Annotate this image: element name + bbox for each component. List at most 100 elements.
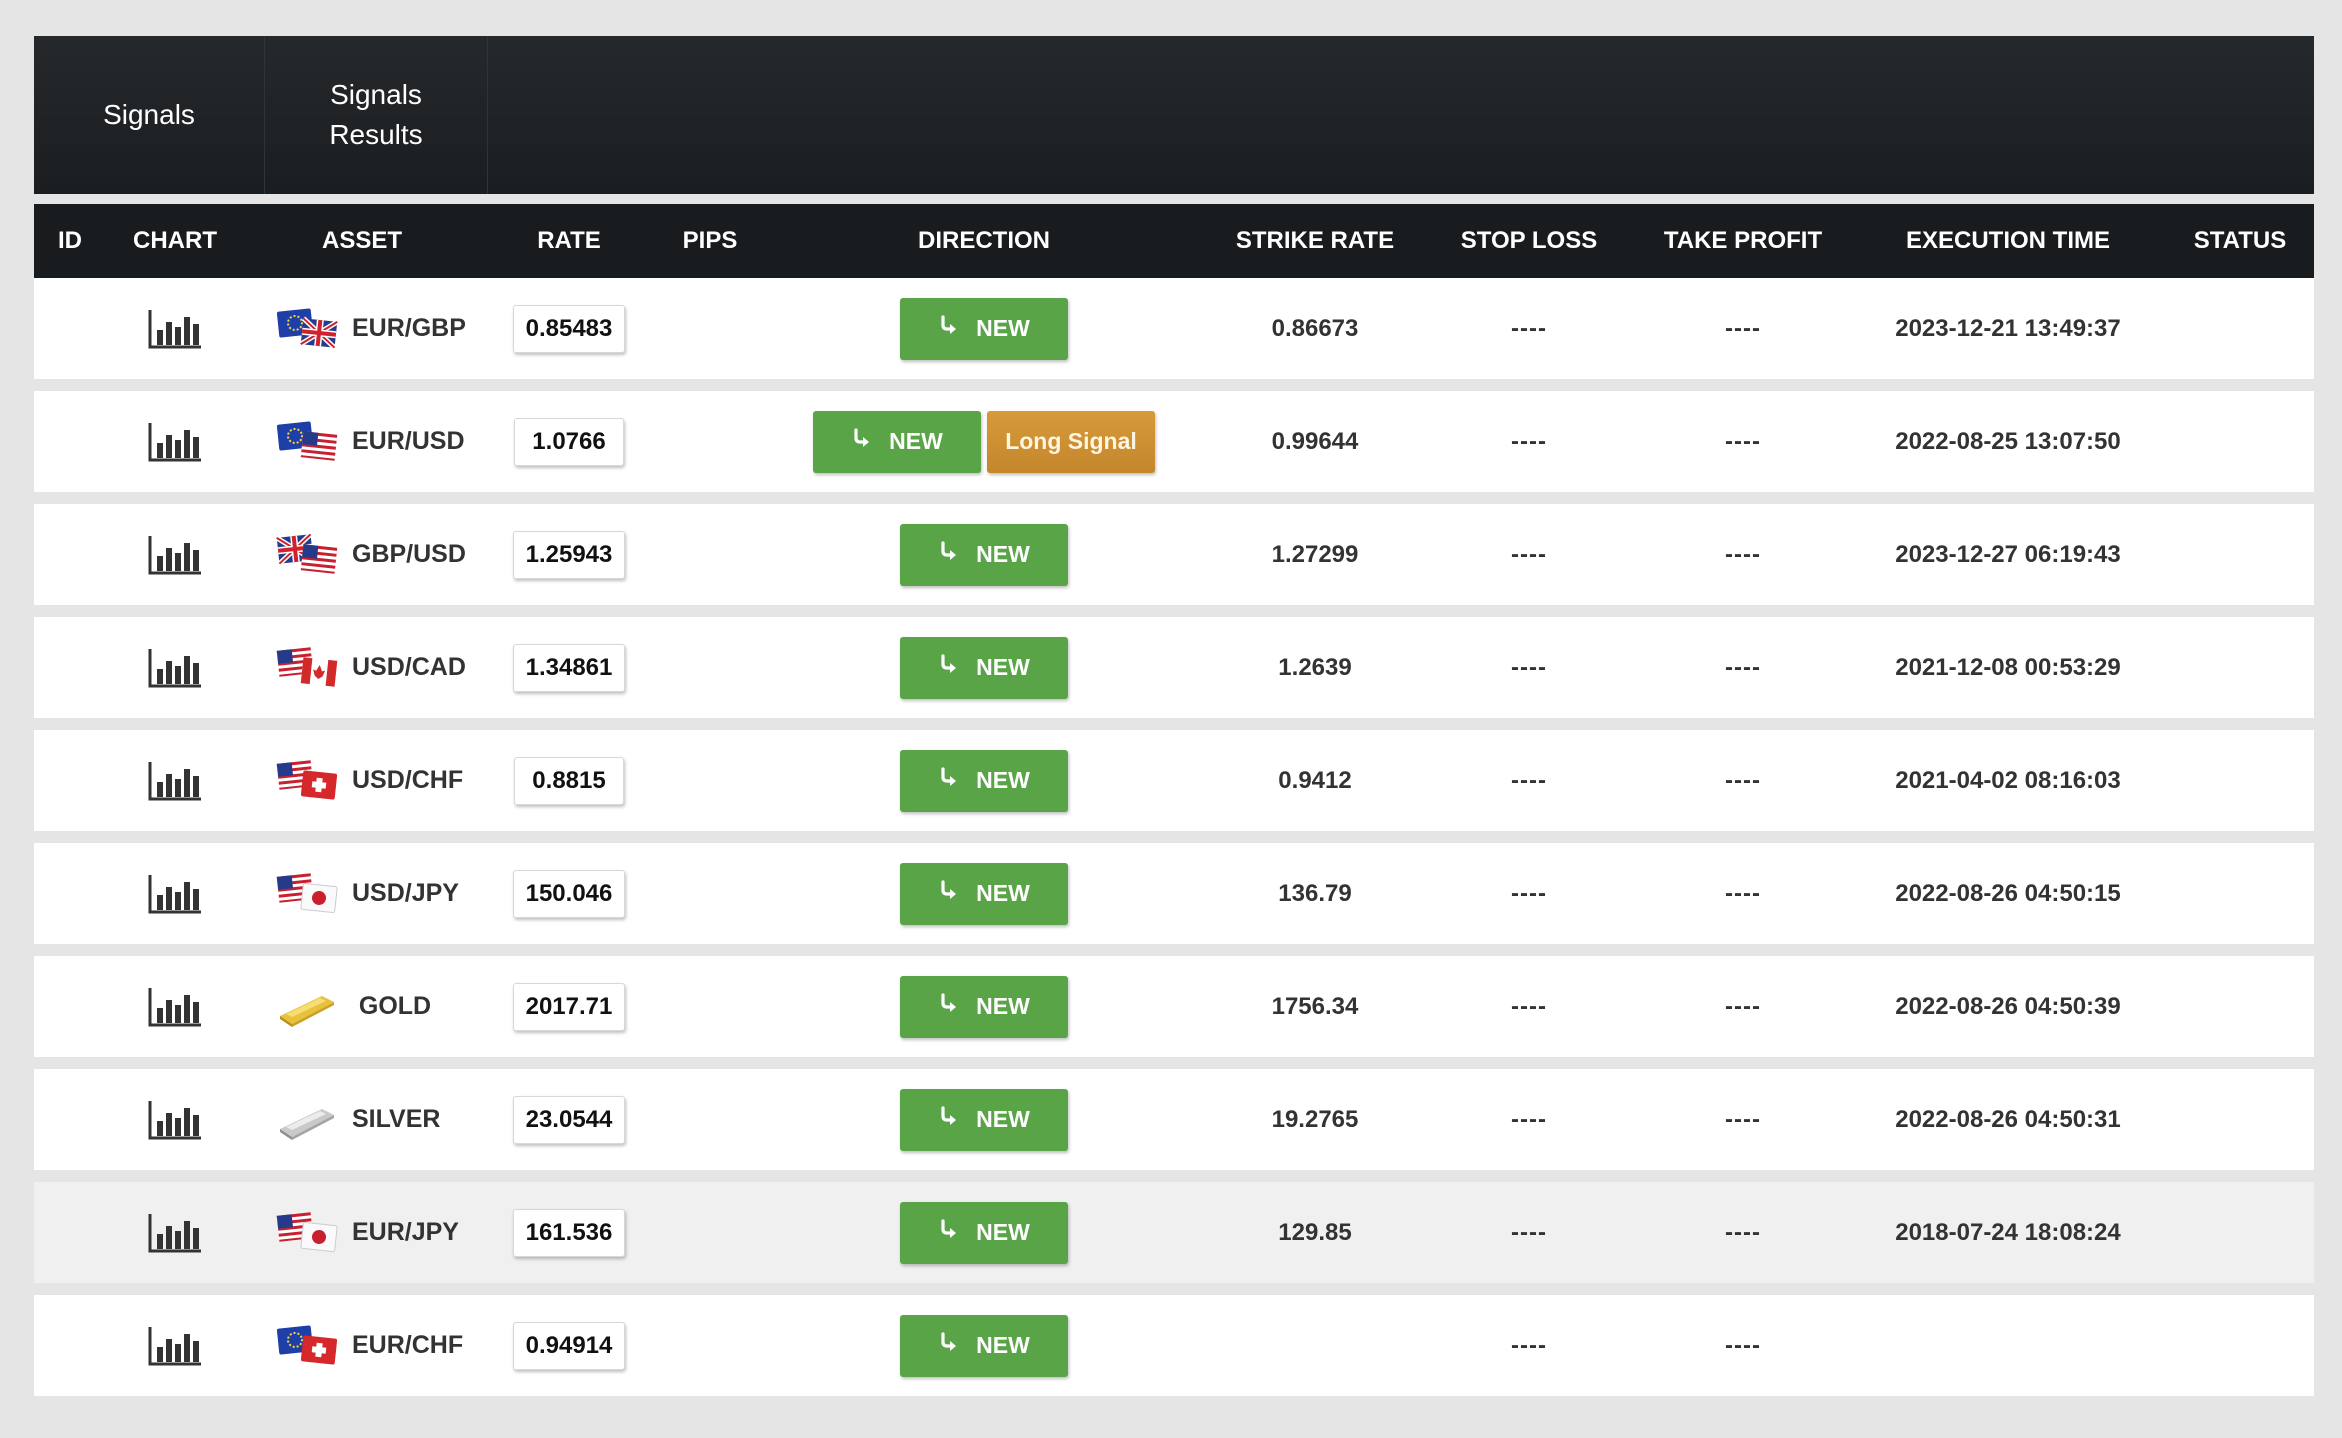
col-header-direction: DIRECTION [918,227,1050,254]
execution-time-value: 2022-08-26 04:50:15 [1895,879,2121,907]
col-header-id: ID [58,227,82,254]
rate-cell: 1.0766 [478,391,660,492]
asset-name: SILVER [352,1105,441,1133]
chart-icon[interactable] [104,843,246,944]
col-header-stop-loss: STOP LOSS [1460,227,1598,254]
chart-icon[interactable] [104,956,246,1057]
new-direction-button[interactable]: NEW [900,975,1068,1038]
col-header-chart: CHART [133,227,217,254]
status-cell [2166,843,2314,944]
take-profit-value: ---- [1725,992,1761,1020]
new-direction-button[interactable]: NEW [900,297,1068,360]
table-row: USD/CHF 0.8815 NEW 0.9412 ---- ---- 2021-04-02… [34,730,2314,831]
stop-loss-value: ---- [1511,314,1547,342]
strike-rate-value: 1.27299 [1271,540,1359,568]
direction-cell: NEW [760,1069,1208,1170]
chart-icon[interactable] [104,617,246,718]
col-header-rate: RATE [537,227,601,254]
rate-value: 0.94914 [512,1321,626,1370]
status-cell [2166,617,2314,718]
stop-loss-value: ---- [1511,540,1547,568]
asset-name: USD/JPY [352,879,459,907]
pips-cell [660,1295,760,1396]
tab-signals-results[interactable]: Signals Results [265,36,488,194]
direction-cell: NEW [760,617,1208,718]
table-row: EUR/GBP 0.85483 NEW 0.86673 ---- ---- 2023-12-… [34,278,2314,379]
chart-icon[interactable] [104,391,246,492]
usd-cad-flag-icon [276,646,338,689]
strike-rate-value: 19.2765 [1271,1105,1359,1133]
new-label: NEW [889,428,943,454]
table-row: GOLD 2017.71 NEW 1756.34 ---- ---- 2022-08-26 … [34,956,2314,1057]
table-row: SILVER 23.0544 NEW 19.2765 ---- ---- 2022-08-2… [34,1069,2314,1170]
asset-cell: EUR/JPY [246,1182,478,1283]
status-cell [2166,956,2314,1057]
strike-rate-value: 1.2639 [1278,653,1352,681]
usd-jpy-flag-icon [276,872,338,915]
new-direction-button[interactable]: NEW [900,1088,1068,1151]
pips-cell [660,278,760,379]
asset-cell: USD/CHF [246,730,478,831]
table-row: EUR/JPY 161.536 NEW 129.85 ---- ---- 2018-07-2… [34,1182,2314,1283]
rate-cell: 1.25943 [478,504,660,605]
chart-icon[interactable] [104,1295,246,1396]
chart-icon[interactable] [104,730,246,831]
new-direction-button[interactable]: NEW [900,523,1068,586]
strike-rate-value: 0.99644 [1271,427,1359,455]
direction-cell: NEW [760,504,1208,605]
table-row: EUR/USD 1.0766 NEW Long Signal 0.99644 ---- --… [34,391,2314,492]
direction-cell: NEW [760,730,1208,831]
new-label: NEW [976,654,1030,680]
eur-chf-flag-icon [276,1324,338,1367]
pips-cell [660,617,760,718]
row-id [34,617,104,718]
row-id [34,730,104,831]
new-direction-button[interactable]: NEW [900,1201,1068,1264]
strike-rate-value: 1756.34 [1271,992,1359,1020]
chart-icon[interactable] [104,1069,246,1170]
pips-cell [660,504,760,605]
chart-icon[interactable] [104,1182,246,1283]
asset-name: EUR/JPY [352,1218,459,1246]
new-direction-button[interactable]: NEW [900,1314,1068,1377]
tab-signals[interactable]: Signals [34,36,265,194]
chart-icon[interactable] [104,278,246,379]
col-header-pips: PIPS [682,227,738,254]
rate-cell: 1.34861 [478,617,660,718]
pips-cell [660,1069,760,1170]
new-direction-button[interactable]: NEW [900,749,1068,812]
row-id [34,843,104,944]
execution-time-value: 2023-12-21 13:49:37 [1895,314,2121,342]
pips-cell [660,956,760,1057]
new-label: NEW [976,315,1030,341]
table-row: USD/JPY 150.046 NEW 136.79 ---- ---- 2022-08-2… [34,843,2314,944]
take-profit-value: ---- [1725,1331,1761,1359]
col-header-strike-rate: STRIKE RATE [1235,227,1395,254]
strike-rate-value: 0.86673 [1271,314,1359,342]
status-cell [2166,1295,2314,1396]
direction-cell: NEW [760,843,1208,944]
new-direction-button[interactable]: NEW [813,410,981,473]
table-row: USD/CAD 1.34861 NEW 1.2639 ---- ---- 2021-12-0… [34,617,2314,718]
execution-time-value: 2022-08-26 04:50:31 [1895,1105,2121,1133]
strike-rate-value: 136.79 [1278,879,1352,907]
table-row: GBP/USD 1.25943 NEW 1.27299 ---- ---- 2023-12-… [34,504,2314,605]
long-signal-button[interactable]: Long Signal [987,410,1155,473]
gbp-usd-flag-icon [275,531,338,576]
turn-arrow-icon [938,1331,960,1360]
new-direction-button[interactable]: NEW [900,636,1068,699]
turn-arrow-icon [938,540,960,569]
status-cell [2166,730,2314,831]
take-profit-value: ---- [1725,653,1761,681]
asset-cell: GBP/USD [246,504,478,605]
rate-cell: 2017.71 [478,956,660,1057]
chart-icon[interactable] [104,504,246,605]
stop-loss-value: ---- [1511,1105,1547,1133]
eur-jpy-flag-icon [276,1211,338,1254]
usd-chf-flag-icon [276,759,338,802]
new-direction-button[interactable]: NEW [900,862,1068,925]
turn-arrow-icon [938,1105,960,1134]
row-id [34,1295,104,1396]
rate-value: 2017.71 [512,982,626,1031]
direction-cell: NEW [760,1182,1208,1283]
